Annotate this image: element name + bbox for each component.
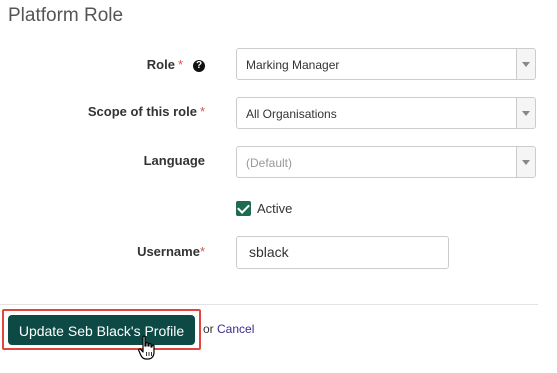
chevron-down-icon[interactable] (516, 98, 535, 128)
role-label-row: Role *? (147, 57, 205, 72)
role-select[interactable]: Marking Manager (236, 48, 536, 80)
scope-select-value: All Organisations (246, 107, 337, 121)
hand-pointer-icon (138, 335, 155, 360)
question-circle-icon[interactable]: ? (193, 60, 205, 72)
active-checkbox-label: Active (257, 200, 293, 216)
section-title: Platform Role (8, 5, 124, 26)
language-label: Language (143, 153, 205, 168)
scope-required-marker: * (199, 104, 205, 119)
scope-select[interactable]: All Organisations (236, 97, 536, 129)
username-input[interactable]: sblack (236, 236, 449, 269)
language-label-row: Language (144, 153, 205, 168)
role-label: Role (146, 57, 175, 72)
role-select-value: Marking Manager (246, 58, 340, 72)
username-label-row: Username* (137, 244, 205, 259)
language-select[interactable]: (Default) (236, 146, 536, 178)
profile-form-page: Platform Role Role *? Marking Manager Sco… (0, 0, 557, 373)
update-profile-button[interactable]: Update Seb Black's Profile (8, 315, 195, 345)
cancel-row: or Cancel (203, 322, 254, 336)
scope-label: Scope of this role (87, 104, 197, 119)
chevron-down-icon[interactable] (516, 49, 535, 79)
form-divider (0, 304, 538, 305)
username-required-marker: * (199, 244, 205, 259)
active-checkbox-row[interactable]: Active (236, 200, 292, 216)
username-label: Username (137, 244, 200, 259)
active-checkbox[interactable] (236, 200, 251, 216)
cancel-link[interactable]: Cancel (217, 322, 254, 336)
or-text: or (203, 322, 214, 336)
chevron-down-icon[interactable] (516, 147, 535, 177)
role-required-marker: * (177, 57, 183, 72)
language-select-value: (Default) (246, 156, 293, 170)
scope-label-row: Scope of this role * (88, 104, 205, 119)
